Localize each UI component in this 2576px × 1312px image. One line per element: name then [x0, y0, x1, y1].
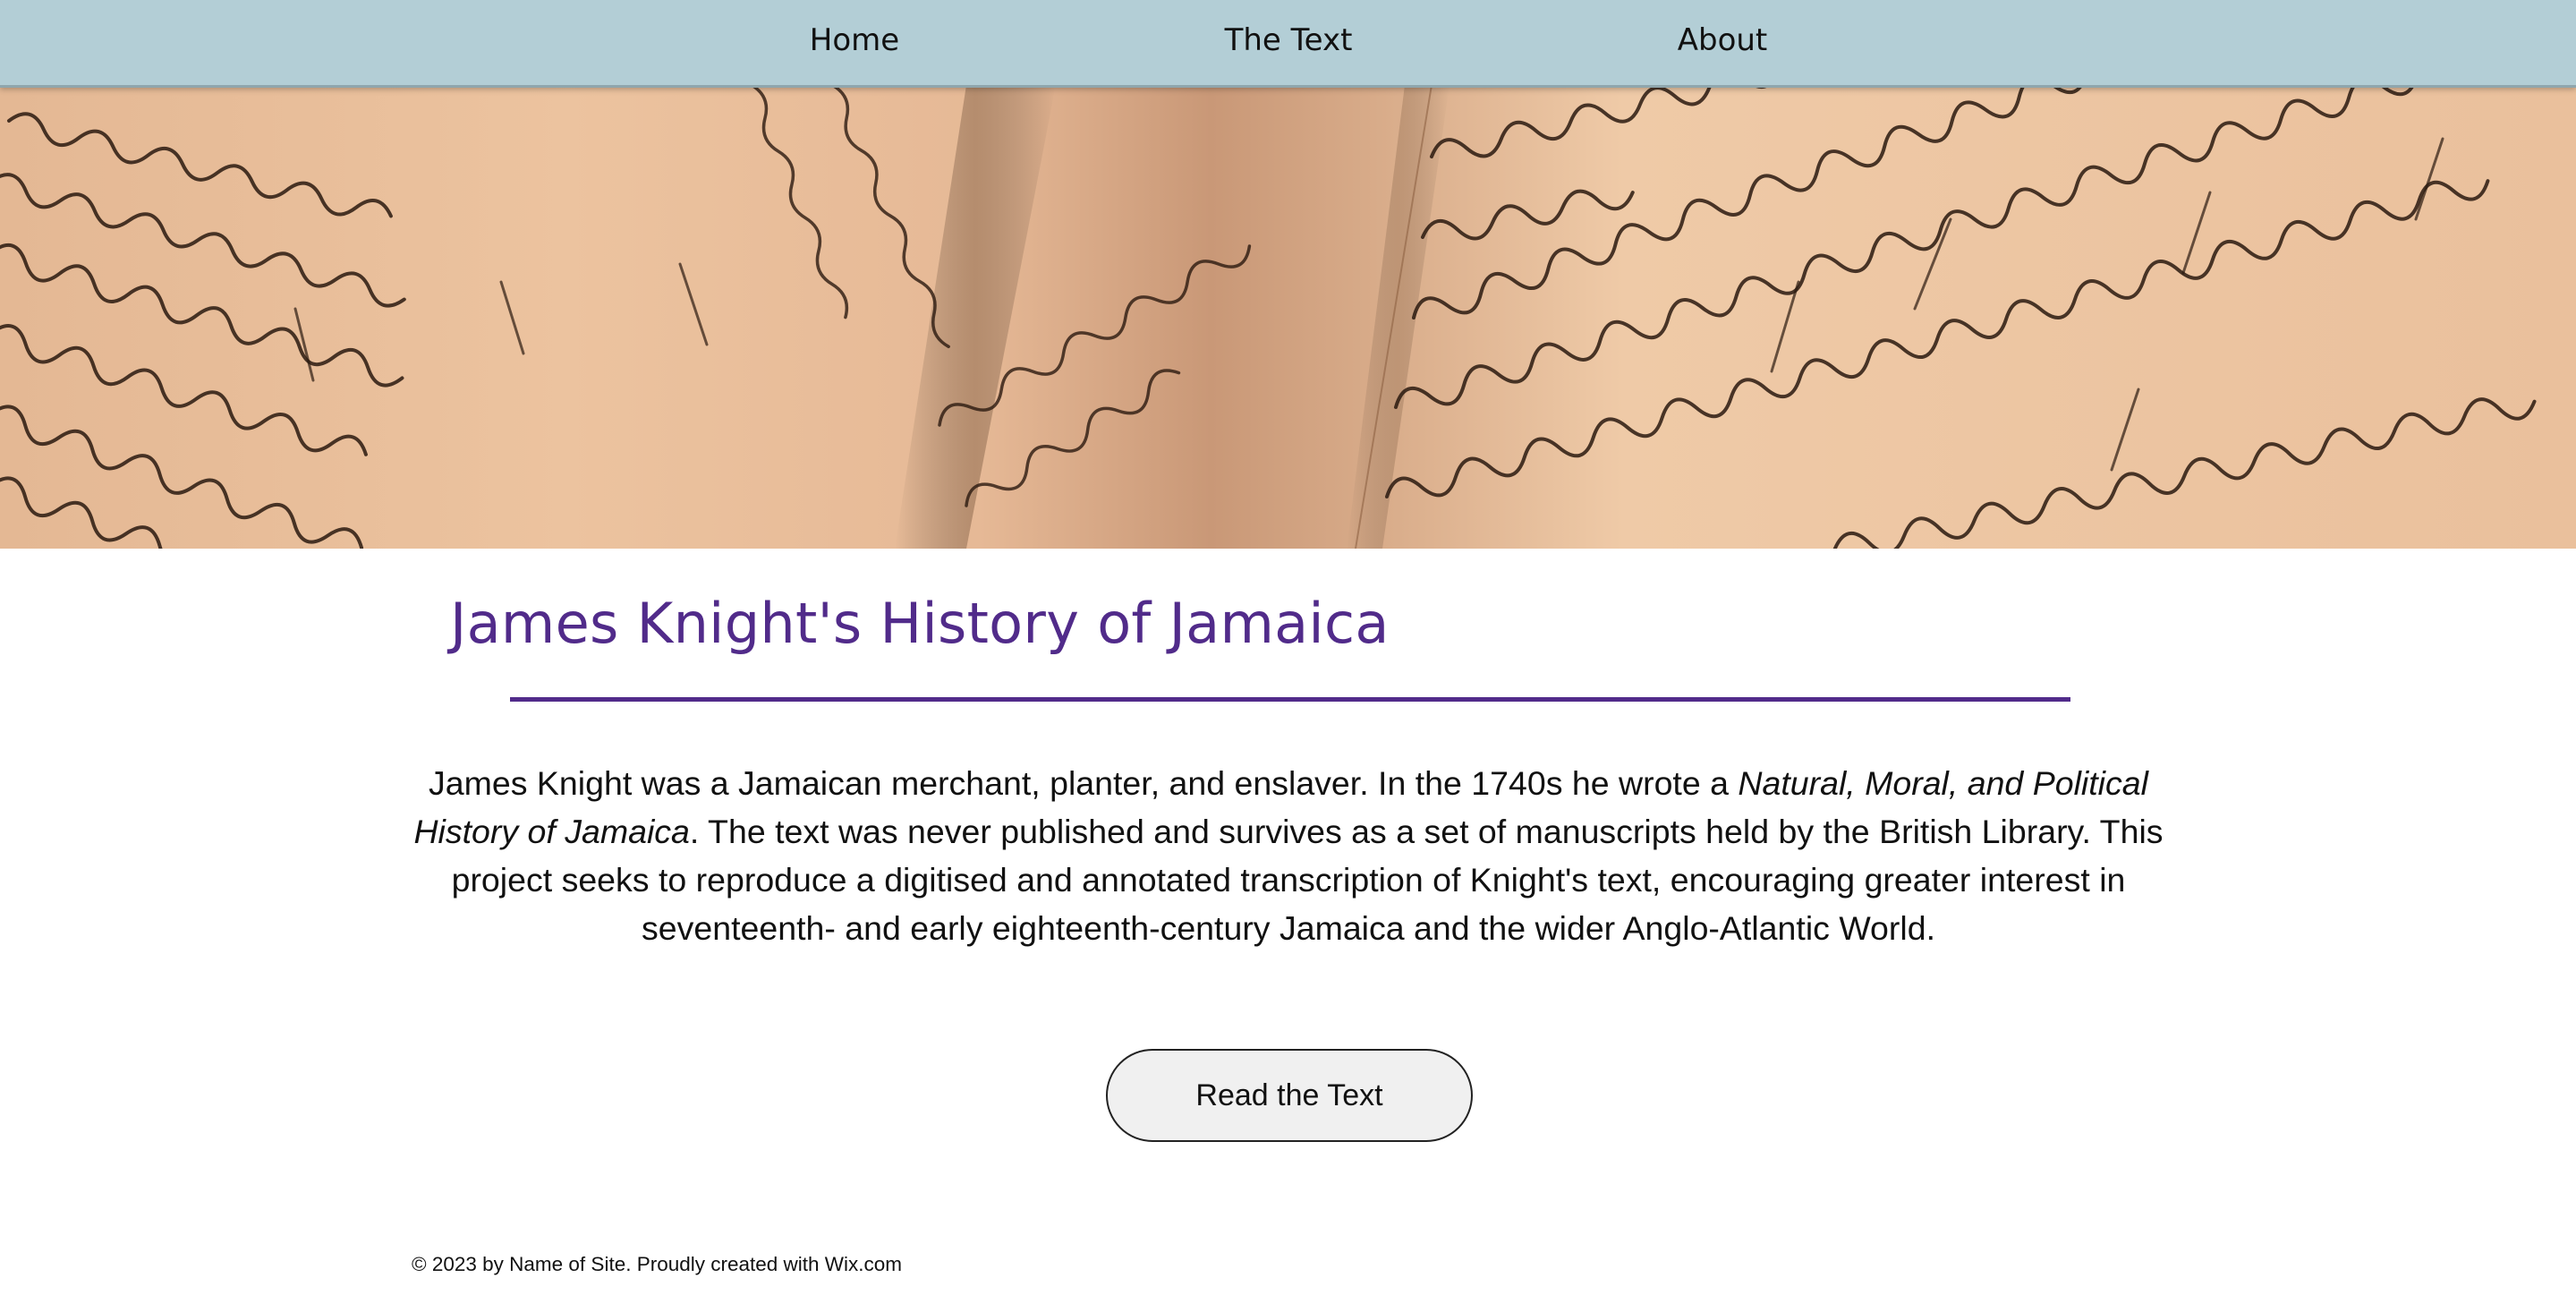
title-divider	[510, 697, 2070, 702]
nav-item-home[interactable]: Home	[765, 0, 944, 82]
hero-manuscript-image	[0, 85, 2576, 549]
intro-text-part2: . The text was never published and survi…	[451, 813, 2164, 947]
page: Home The Text About James Knight's Histo…	[0, 0, 2576, 1312]
footer-copyright: © 2023 by Name of Site. Proudly created …	[412, 1253, 903, 1275]
top-nav: Home The Text About	[0, 0, 2576, 88]
nav-item-the-text[interactable]: The Text	[1194, 0, 1382, 82]
read-the-text-button[interactable]: Read the Text	[1106, 1049, 1473, 1142]
intro-paragraph: James Knight was a Jamaican merchant, pl…	[407, 759, 2170, 952]
intro-text-part1: James Knight was a Jamaican merchant, pl…	[429, 764, 1739, 802]
nav-item-about[interactable]: About	[1633, 0, 1812, 82]
page-title: James Knight's History of Jamaica	[450, 591, 1390, 656]
